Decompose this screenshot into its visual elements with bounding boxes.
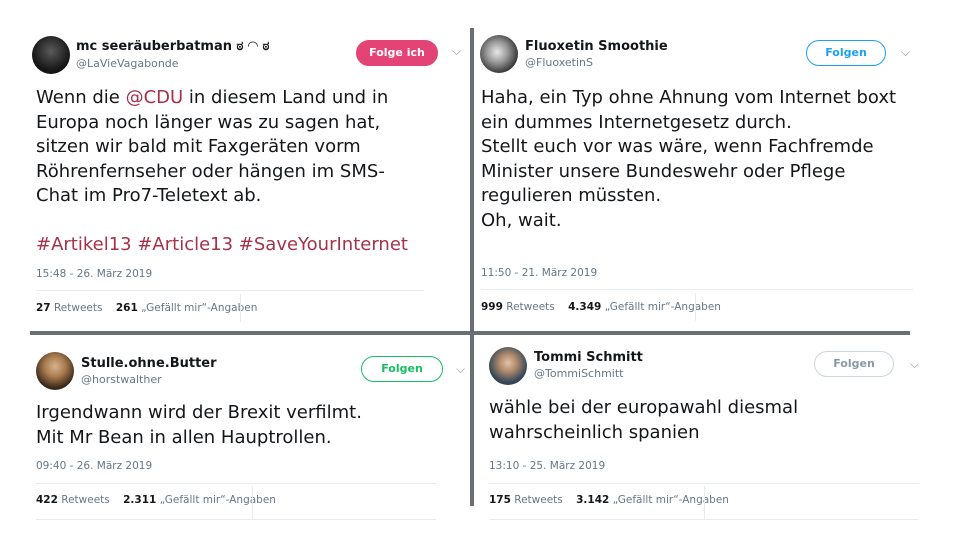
separator-bottom: [36, 519, 436, 520]
follow-button[interactable]: Folgen: [361, 356, 443, 382]
engagement-stats: 175 Retweets 3.142 „Gefällt mir“-Angaben: [489, 494, 729, 506]
retweet-count[interactable]: 422: [36, 494, 58, 506]
stats-separator: [240, 294, 241, 322]
like-count[interactable]: 3.142: [576, 494, 609, 506]
tweet-card-3: Stulle.ohne.Butter @horstwalther Folgen …: [0, 335, 470, 558]
retweets-label[interactable]: Retweets: [54, 302, 103, 314]
tweet-text: Haha, ein Typ ohne Ahnung vom Internet b…: [481, 87, 897, 231]
stats-separator: [252, 486, 253, 520]
separator: [36, 290, 424, 291]
like-count[interactable]: 2.311: [123, 494, 156, 506]
chevron-down-icon[interactable]: ⌵: [910, 357, 919, 372]
tweet-text: Irgendwann wird der Brexit verfilmt. Mit…: [36, 402, 362, 448]
avatar[interactable]: [32, 36, 70, 74]
handle[interactable]: @LaVieVagabonde: [76, 57, 179, 70]
retweet-count[interactable]: 999: [481, 301, 503, 313]
timestamp[interactable]: 15:48 - 26. März 2019: [36, 268, 152, 280]
chevron-down-icon[interactable]: ⌵: [901, 45, 910, 60]
following-button[interactable]: Folge ich: [356, 40, 438, 66]
timestamp[interactable]: 13:10 - 25. März 2019: [489, 460, 605, 472]
follow-button[interactable]: Folgen: [814, 351, 894, 377]
retweets-label[interactable]: Retweets: [506, 301, 555, 313]
like-count[interactable]: 4.349: [568, 301, 601, 313]
like-count[interactable]: 261: [116, 302, 138, 314]
stats-separator: [704, 486, 705, 520]
retweets-label[interactable]: Retweets: [61, 494, 110, 506]
tweet-card-2: Fluoxetin Smoothie @FluoxetinS Folgen ⌵ …: [474, 0, 960, 331]
handle[interactable]: @horstwalther: [81, 373, 162, 386]
chevron-down-icon[interactable]: ⌵: [456, 362, 465, 377]
timestamp[interactable]: 09:40 - 26. März 2019: [36, 460, 152, 472]
separator-bottom: [489, 519, 919, 520]
separator: [489, 483, 919, 484]
handle[interactable]: @FluoxetinS: [525, 56, 593, 69]
mention-link[interactable]: @CDU: [126, 87, 184, 108]
hashtags[interactable]: #Artikel13 #Article13 #SaveYourInternet: [36, 233, 456, 258]
tweet-card-4: Tommi Schmitt @TommiSchmitt Folgen ⌵ wäh…: [474, 335, 960, 558]
engagement-stats: 999 Retweets 4.349 „Gefällt mir“-Angaben: [481, 301, 721, 313]
likes-label[interactable]: „Gefällt mir“-Angaben: [605, 301, 721, 313]
avatar[interactable]: [480, 35, 518, 73]
avatar[interactable]: [36, 352, 74, 390]
display-name[interactable]: Fluoxetin Smoothie: [525, 39, 668, 54]
display-name[interactable]: mc seeräuberbatman ಠ ◠ ಠ: [76, 39, 269, 54]
engagement-stats: 422 Retweets 2.311 „Gefällt mir“-Angaben: [36, 494, 276, 506]
follow-button[interactable]: Folgen: [806, 40, 886, 66]
tweet-card-1: mc seeräuberbatman ಠ ◠ ಠ @LaVieVagabonde…: [0, 0, 470, 331]
handle[interactable]: @TommiSchmitt: [534, 367, 623, 380]
likes-label[interactable]: „Gefällt mir“-Angaben: [613, 494, 729, 506]
tweet-text: wähle bei der europawahl diesmal wahrsch…: [489, 397, 799, 443]
stats-separator: [695, 293, 696, 321]
separator: [36, 483, 436, 484]
display-name[interactable]: Tommi Schmitt: [534, 350, 643, 365]
timestamp[interactable]: 11:50 - 21. März 2019: [481, 267, 597, 279]
engagement-stats: 27 Retweets 261 „Gefällt mir“-Angaben: [36, 302, 257, 314]
avatar[interactable]: [489, 347, 527, 385]
retweet-count[interactable]: 175: [489, 494, 511, 506]
likes-label[interactable]: „Gefällt mir“-Angaben: [160, 494, 276, 506]
display-name[interactable]: Stulle.ohne.Butter: [81, 356, 217, 371]
retweet-count[interactable]: 27: [36, 302, 51, 314]
tweet-text-before: Wenn die: [36, 87, 126, 108]
retweets-label[interactable]: Retweets: [514, 494, 563, 506]
separator: [481, 289, 913, 290]
chevron-down-icon[interactable]: ⌵: [452, 44, 461, 59]
tweet-text: Wenn die @CDU in diesem Land und in Euro…: [36, 86, 456, 209]
